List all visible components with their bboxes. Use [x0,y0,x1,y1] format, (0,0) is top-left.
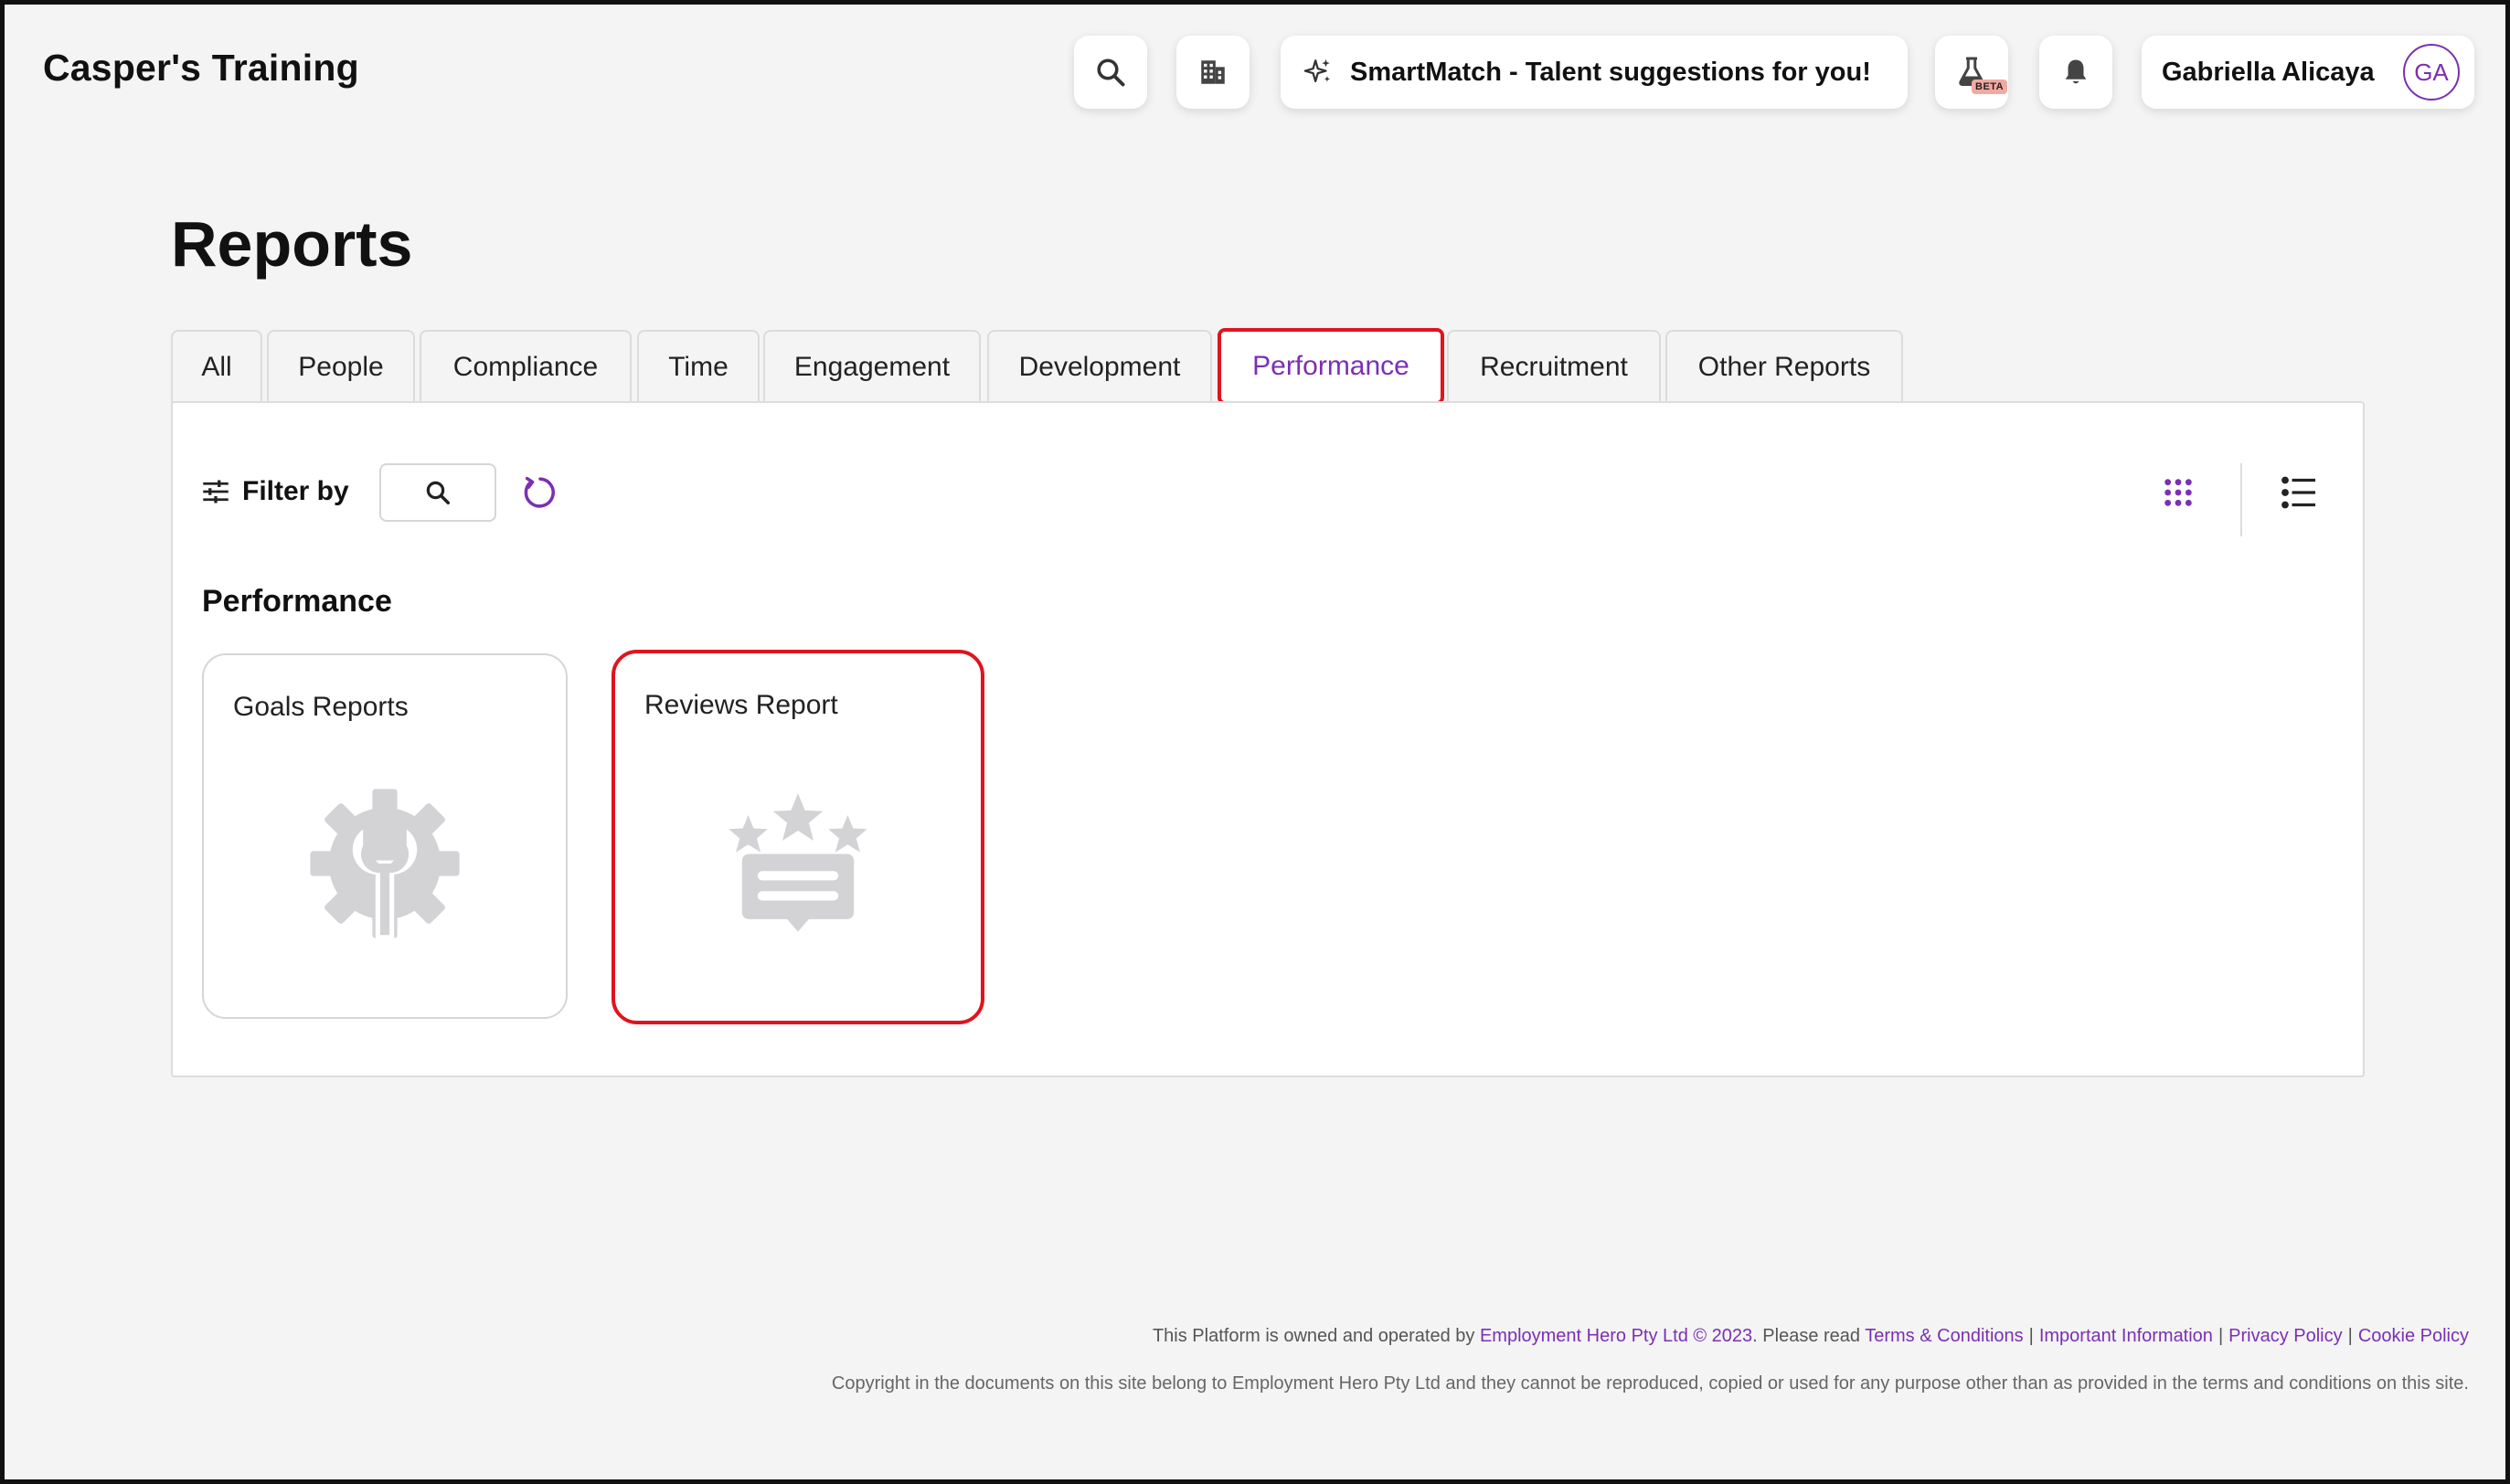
page-title: Reports [171,208,413,280]
brand-title: Casper's Training [43,47,359,89]
reset-filters-button[interactable] [520,472,560,513]
beta-badge: BETA [1972,80,2008,94]
building-icon [1201,60,1225,84]
cookie-policy-link[interactable]: Cookie Policy [2358,1326,2469,1346]
grid-view-button[interactable] [2156,471,2200,514]
notifications-button[interactable] [2039,36,2112,109]
tab-development[interactable]: Development [987,330,1212,403]
important-information-link[interactable]: Important Information [2039,1326,2213,1346]
tab-engagement[interactable]: Engagement [763,330,981,403]
footer-owner-link[interactable]: Employment Hero Pty Ltd © 2023 [1480,1326,1752,1346]
card-title: Goals Reports [233,692,409,722]
search-icon [1097,58,1125,87]
avatar: GA [2403,44,2460,101]
smartmatch-button[interactable]: SmartMatch - Talent suggestions for you! [1281,36,1908,109]
app-window: Casper's Training SmartMatch - Talent su… [0,0,2510,1484]
gear-wrench-icon [303,781,467,946]
refresh-icon [524,476,555,508]
tab-compliance[interactable]: Compliance [420,330,632,403]
section-heading: Performance [202,584,392,619]
footer-copyright: Copyright in the documents on this site … [831,1373,2469,1394]
sliders-icon [203,480,229,504]
organisation-button[interactable] [1176,36,1250,109]
tab-time[interactable]: Time [637,330,760,403]
footer-prefix: This Platform is owned and operated by [1152,1326,1475,1346]
global-search-button[interactable] [1074,36,1147,109]
list-view-button[interactable] [2277,471,2321,514]
tab-all[interactable]: All [171,330,262,403]
terms-conditions-link[interactable]: Terms & Conditions [1865,1326,2023,1346]
stars-review-icon [716,779,880,944]
card-title: Reviews Report [644,690,838,720]
tab-performance[interactable]: Performance [1218,328,1444,405]
goals-reports-card[interactable]: Goals Reports [202,653,568,1019]
bell-icon [2065,59,2087,84]
filter-by-toggle[interactable]: Filter by [202,476,349,507]
footer-please-read: . Please read [1752,1326,1861,1346]
filter-by-label: Filter by [242,476,349,506]
tab-recruitment[interactable]: Recruitment [1447,330,1661,403]
view-toggle-divider [2240,463,2242,536]
grid-dots-icon [2164,479,2192,506]
labs-beta-button[interactable]: BETA [1935,36,2008,109]
list-icon [2281,476,2315,509]
privacy-policy-link[interactable]: Privacy Policy [2228,1326,2342,1346]
tab-other-reports[interactable]: Other Reports [1665,330,1903,403]
user-name: Gabriella Alicaya [2162,57,2375,87]
sparkles-icon [1303,58,1331,83]
reviews-report-card[interactable]: Reviews Report [612,650,984,1024]
search-icon [426,481,450,504]
reports-panel: Filter by Performance Goals Reports Revi… [171,401,2365,1077]
report-search-input[interactable] [379,463,496,522]
tab-people[interactable]: People [267,330,415,403]
footer-legal-line: This Platform is owned and operated by E… [1152,1326,2469,1346]
smartmatch-label: SmartMatch - Talent suggestions for you! [1350,57,1871,87]
user-menu-button[interactable]: Gabriella Alicaya GA [2142,36,2474,109]
